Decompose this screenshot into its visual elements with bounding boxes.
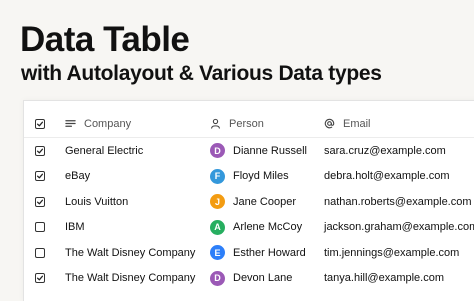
row-checkbox[interactable] <box>35 222 45 232</box>
row-checkbox[interactable] <box>35 247 45 258</box>
person-name: Floyd Miles <box>233 170 289 182</box>
person-cell: D Dianne Russell <box>210 138 307 163</box>
row-checkbox[interactable] <box>35 273 45 283</box>
table-row[interactable]: eBay F Floyd Miles debra.holt@example.com <box>24 164 474 189</box>
company-cell: The Walt Disney Company <box>65 272 196 284</box>
row-select-cell <box>35 215 49 240</box>
email-cell: jackson.graham@example.com <box>324 221 474 233</box>
email-cell: tim.jennings@example.com <box>324 246 460 259</box>
table-row[interactable]: The Walt Disney Company D Devon Lane tanya.… <box>24 266 474 291</box>
email-cell: debra.holt@example.com <box>324 170 450 182</box>
column-header-company-label: Company <box>84 117 132 130</box>
row-select-cell <box>35 266 49 291</box>
page-subtitle: with Autolayout & Various Data types <box>21 62 382 85</box>
avatar: J <box>210 194 225 209</box>
person-cell: F Floyd Miles <box>210 164 289 189</box>
table-row[interactable]: IBM A Arlene McCoy jackson.graham@example.c… <box>24 215 474 240</box>
person-name: Esther Howard <box>233 246 306 259</box>
person-cell: D Devon Lane <box>210 266 292 291</box>
column-header-email[interactable]: Email <box>324 111 371 136</box>
company-cell: The Walt Disney Company <box>65 246 196 259</box>
page-title: Data Table <box>20 20 190 59</box>
column-header-person[interactable]: Person <box>210 111 264 136</box>
text-lines-icon <box>65 118 76 129</box>
company-cell: IBM <box>65 221 85 233</box>
select-all-cell <box>35 111 49 136</box>
person-cell: E Esther Howard <box>210 240 306 265</box>
row-select-cell <box>35 240 49 265</box>
company-cell: Louis Vuitton <box>65 195 129 208</box>
avatar: E <box>210 245 225 260</box>
column-header-company[interactable]: Company <box>65 111 131 136</box>
select-all-checkbox[interactable] <box>35 118 45 129</box>
table-row[interactable]: The Walt Disney Company E Esther Howard tim… <box>24 240 474 265</box>
column-header-person-label: Person <box>229 117 264 130</box>
checkmark-icon <box>36 275 44 281</box>
row-select-cell <box>35 138 49 163</box>
row-checkbox[interactable] <box>35 171 45 181</box>
avatar: A <box>210 219 225 235</box>
person-name: Arlene McCoy <box>233 221 303 233</box>
person-name: Dianne Russell <box>233 144 307 157</box>
column-header-email-label: Email <box>343 117 371 130</box>
company-cell: eBay <box>65 170 91 182</box>
company-cell: General Electric <box>65 144 144 157</box>
table-row[interactable]: General Electric D Dianne Russell sara.cruz… <box>24 138 474 163</box>
table-header-row: Company Person Email <box>24 111 474 136</box>
row-select-cell <box>35 164 49 189</box>
avatar: D <box>210 143 225 158</box>
email-cell: nathan.roberts@example.com <box>324 195 472 208</box>
table-row[interactable]: Louis Vuitton J Jane Cooper nathan.roberts@… <box>24 189 474 214</box>
data-table: Company Person Email General Electric D Di… <box>23 100 474 301</box>
email-cell: sara.cruz@example.com <box>324 144 446 157</box>
person-icon <box>210 118 221 129</box>
person-name: Jane Cooper <box>233 195 296 208</box>
row-checkbox[interactable] <box>35 196 45 207</box>
checkmark-icon <box>36 148 44 153</box>
avatar: D <box>210 270 225 286</box>
row-select-cell <box>35 189 49 214</box>
person-name: Devon Lane <box>233 272 293 284</box>
at-sign-icon <box>324 118 335 129</box>
email-cell: tanya.hill@example.com <box>324 272 444 284</box>
row-checkbox[interactable] <box>35 145 45 156</box>
checkmark-icon <box>36 173 44 179</box>
person-cell: J Jane Cooper <box>210 189 296 214</box>
checkmark-icon <box>36 199 44 204</box>
checkmark-icon <box>36 121 44 126</box>
avatar: F <box>210 168 225 184</box>
person-cell: A Arlene McCoy <box>210 215 302 240</box>
